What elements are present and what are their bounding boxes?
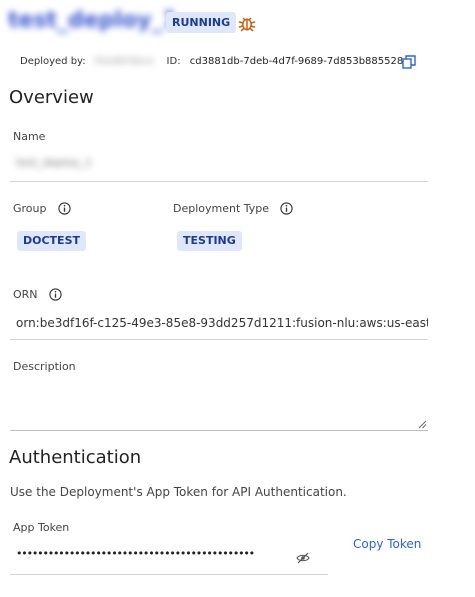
orn-field-underline	[10, 339, 428, 340]
copy-icon[interactable]	[402, 55, 416, 69]
orn-field[interactable]: orn:be3df16f-c125-49e3-85e8-93dd257d1211…	[16, 316, 428, 330]
app-token-field[interactable]: ••••••••••••••••••••••••••••••••••••••••…	[16, 547, 293, 560]
name-field[interactable]: test_deploy_1	[16, 156, 92, 169]
deployed-by-label: Deployed by:	[20, 56, 86, 67]
deployment-name: test_deploy_1	[8, 8, 178, 33]
deployment-type-chip: TESTING	[177, 231, 242, 251]
status-badge: RUNNING	[166, 12, 237, 33]
app-token-underline	[10, 574, 328, 575]
authentication-description: Use the Deployment's App Token for API A…	[10, 485, 347, 499]
name-field-underline	[10, 181, 428, 182]
description-textarea[interactable]	[10, 378, 428, 431]
description-label: Description	[13, 360, 76, 373]
id-label: ID:	[166, 56, 181, 67]
app-token-label: App Token	[13, 521, 70, 534]
authentication-heading: Authentication	[9, 447, 142, 468]
deployment-meta: Deployed by: thedAYdevs ID: cd3881db-7de…	[20, 56, 403, 67]
group-label: Group	[13, 202, 47, 215]
info-icon[interactable]	[49, 288, 62, 301]
orn-label: ORN	[13, 288, 38, 301]
overview-heading: Overview	[9, 87, 94, 108]
group-chip: DOCTEST	[17, 231, 86, 251]
name-label: Name	[13, 130, 46, 143]
deployment-type-label: Deployment Type	[173, 202, 270, 215]
info-icon[interactable]	[58, 202, 71, 215]
info-icon[interactable]	[280, 202, 293, 215]
deployment-id: cd3881db-7deb-4d7f-9689-7d853b885528	[189, 56, 404, 67]
copy-token-button[interactable]: Copy Token	[353, 537, 421, 551]
bug-icon[interactable]	[237, 13, 257, 33]
eye-off-icon[interactable]	[296, 552, 310, 564]
resize-handle-icon[interactable]	[418, 420, 427, 429]
deployed-by-value: thedAYdevs	[94, 56, 154, 67]
